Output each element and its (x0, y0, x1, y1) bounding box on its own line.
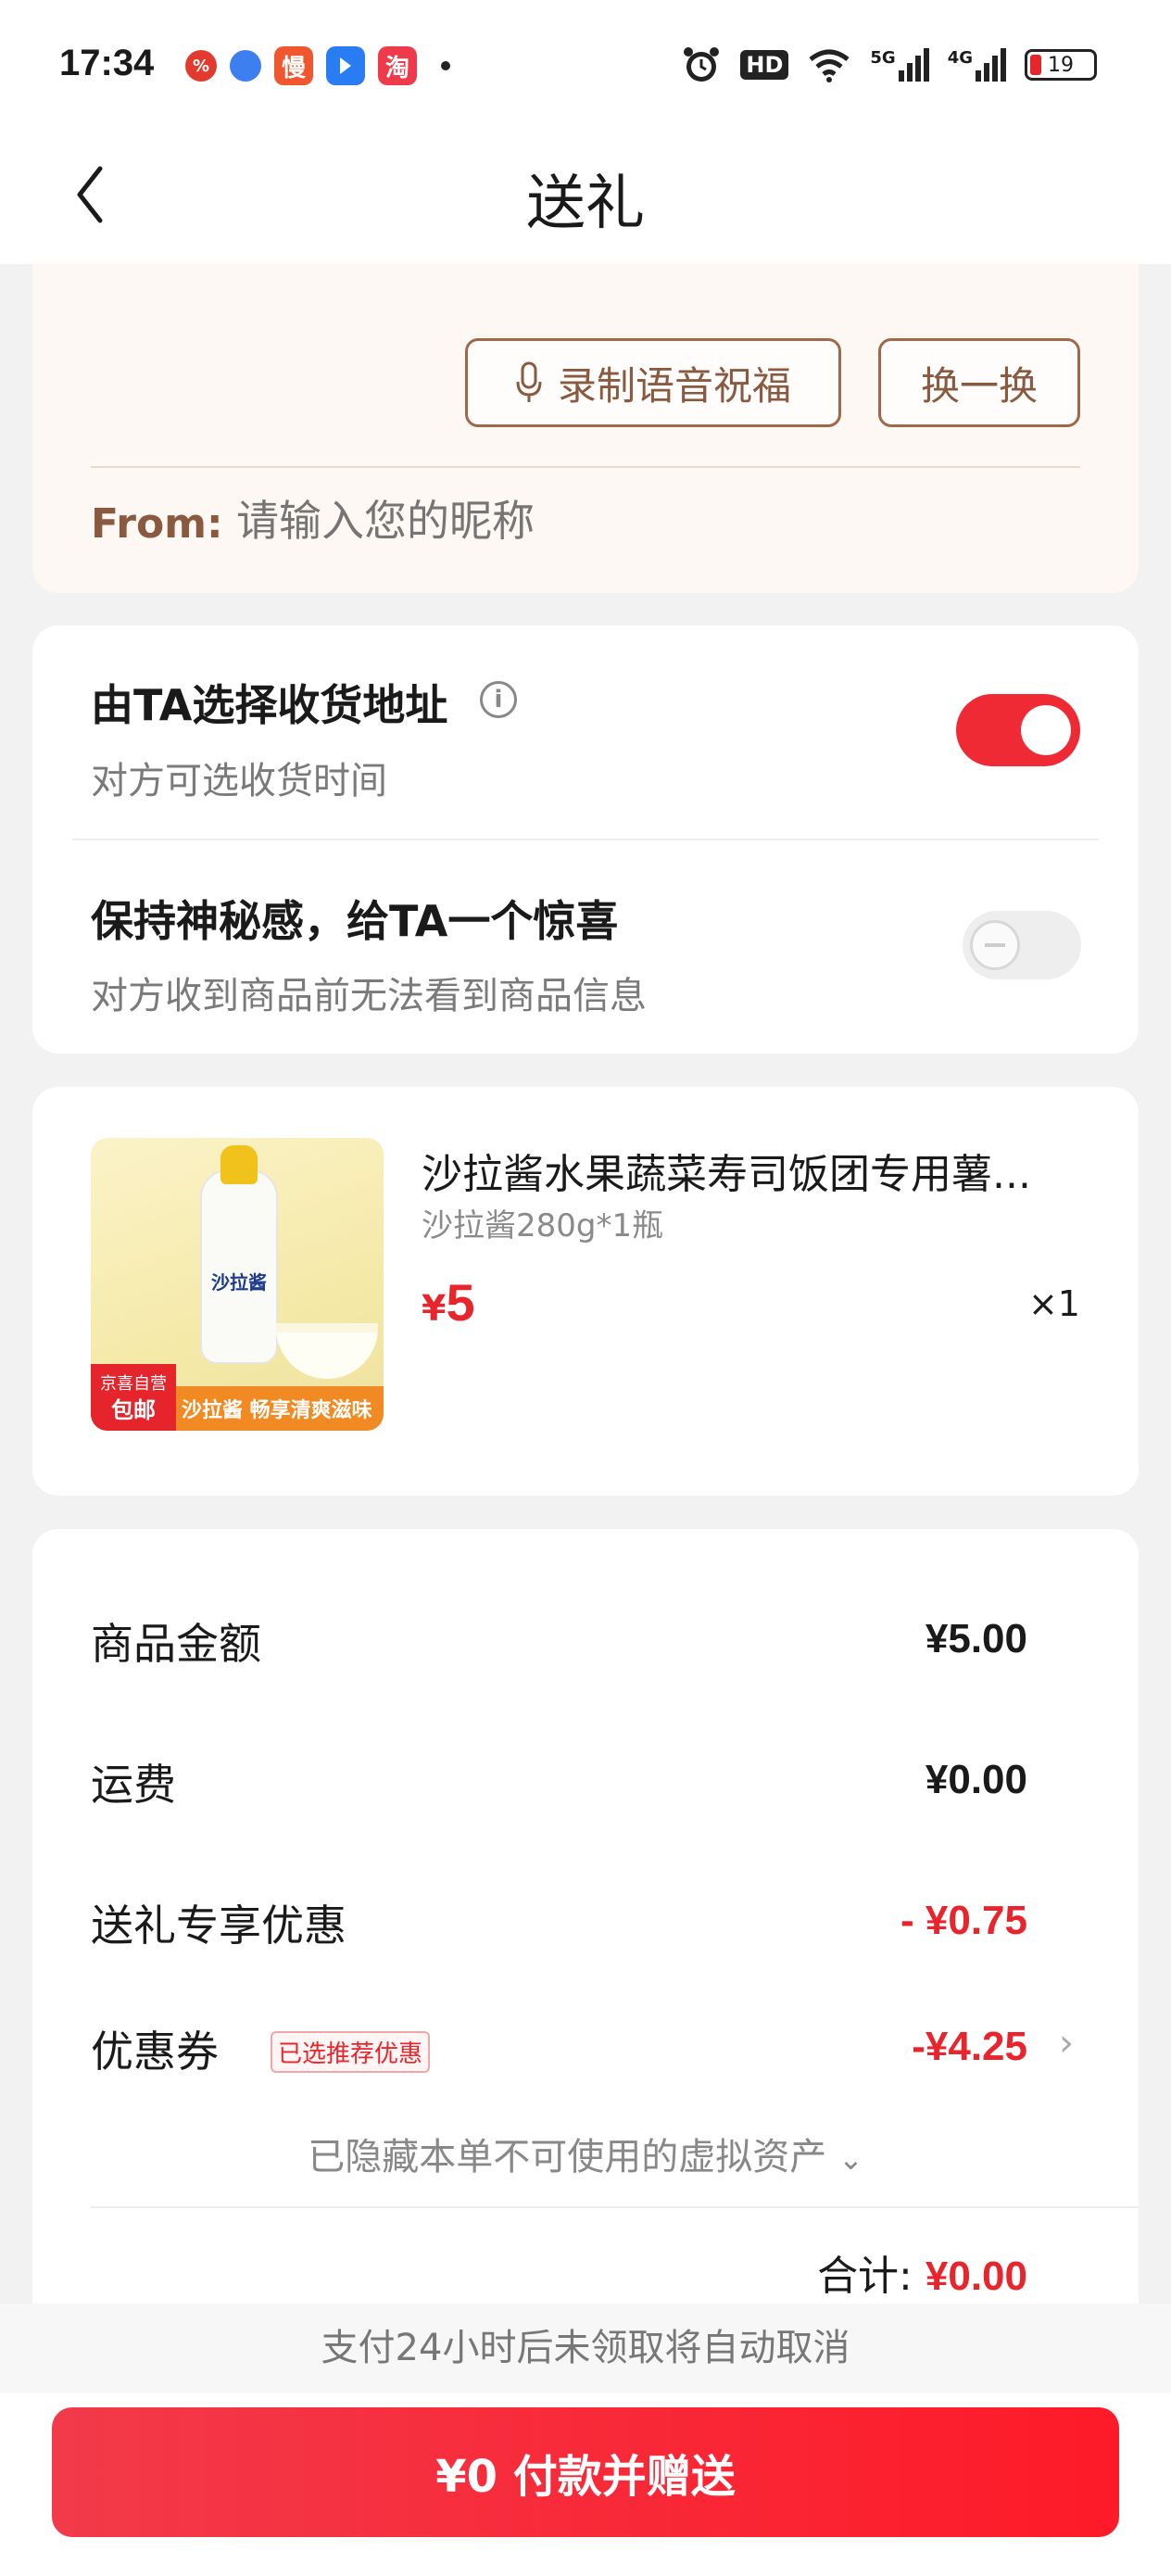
promo-text: 沙拉酱 畅享清爽滋味 (182, 1399, 372, 1422)
direction-app-icon (326, 46, 365, 85)
signal-5g-icon: 5G (870, 48, 929, 82)
more-notifications-dot (441, 61, 450, 70)
bottom-action-bar: ¥0 付款并赠送 (0, 2393, 1171, 2576)
hd-icon: HD (740, 50, 789, 80)
summary-label: 运费 (91, 1760, 176, 1810)
recipient-address-option-title: 由TA选择收货地址 (91, 680, 448, 730)
signal-4g-icon: 4G (948, 48, 1006, 82)
bottle-graphic (200, 1169, 278, 1364)
recipient-address-option-subtitle: 对方可选收货时间 (91, 760, 387, 802)
summary-label: 送礼专享优惠 (91, 1900, 346, 1951)
product-price: ¥5 (422, 1272, 475, 1332)
summary-row-shipping: 运费 ¥0.00 (91, 1751, 1139, 1816)
browser-icon (230, 50, 261, 82)
promo-store-label: 京喜自营 (100, 1374, 167, 1394)
chevron-right-icon[interactable]: › (1059, 2022, 1074, 2065)
total-value: ¥0.00 (925, 2254, 1027, 2299)
mystery-toggle[interactable] (963, 911, 1081, 979)
product-card[interactable]: 沙拉酱 沙拉酱 畅享清爽滋味 京喜自营 包邮 沙拉酱水果蔬菜寿司饭团专用薯...… (32, 1087, 1139, 1496)
divider (91, 466, 1080, 468)
record-voice-label: 录制语音祝福 (557, 362, 791, 409)
product-quantity: ×1 (1027, 1283, 1080, 1324)
page-title: 送礼 (526, 170, 645, 238)
recipient-address-toggle[interactable] (956, 694, 1080, 766)
pay-and-gift-button[interactable]: ¥0 付款并赠送 (52, 2407, 1119, 2537)
taobao-icon: 淘 (378, 46, 417, 85)
summary-value: -¥4.25 (912, 2024, 1027, 2069)
microphone-icon (516, 361, 542, 402)
auto-cancel-notice: 支付24小时后未领取将自动取消 (0, 2304, 1171, 2393)
hidden-assets-label: 已隐藏本单不可使用的虚拟资产 (308, 2136, 827, 2178)
hidden-assets-toggle[interactable]: 已隐藏本单不可使用的虚拟资产 ⌄ (32, 2127, 1139, 2180)
currency-symbol: ¥ (422, 1288, 447, 1329)
bowl-graphic (276, 1323, 378, 1379)
nav-header: 送礼 (0, 130, 1171, 264)
gift-message-card: 录制语音祝福 换一换 From: (32, 264, 1139, 593)
summary-value: - ¥0.75 (900, 1898, 1027, 1943)
summary-label: 优惠券 (91, 2027, 219, 2077)
wifi-icon (809, 49, 850, 82)
man-app-icon: 慢 (274, 46, 313, 85)
mystery-option-subtitle: 对方收到商品前无法看到商品信息 (91, 975, 647, 1017)
summary-row-coupon[interactable]: 优惠券 已选推荐优惠 -¥4.25 › (91, 2018, 1139, 2083)
divider (91, 2206, 1139, 2208)
order-total: 合计: ¥0.00 (817, 2242, 1027, 2302)
status-time: 17:34 (59, 43, 155, 83)
bottle-cap-graphic (220, 1145, 258, 1184)
product-image-label: 沙拉酱 (211, 1271, 267, 1294)
chevron-down-icon: ⌄ (837, 2141, 863, 2177)
product-spec: 沙拉酱280g*1瓶 (422, 1207, 664, 1244)
status-app-icons: % 慢 淘 (185, 46, 450, 85)
summary-row-goods: 商品金额 ¥5.00 (91, 1610, 1139, 1675)
swap-message-button[interactable]: 换一换 (878, 338, 1080, 427)
price-summary-card: 商品金额 ¥5.00 运费 ¥0.00 送礼专享优惠 - ¥0.75 优惠券 已… (32, 1529, 1139, 2307)
status-bar: 17:34 % 慢 淘 HD 5G 4G 19 (0, 0, 1171, 130)
coupon-tag: 已选推荐优惠 (271, 2031, 431, 2073)
info-icon[interactable]: i (480, 681, 517, 718)
free-shipping-label: 包邮 (111, 1397, 156, 1423)
divider (72, 839, 1099, 840)
nickname-input[interactable] (236, 496, 885, 546)
summary-value: ¥5.00 (925, 1616, 1027, 1661)
product-image[interactable]: 沙拉酱 沙拉酱 畅享清爽滋味 京喜自营 包邮 (91, 1138, 384, 1431)
summary-row-gift-discount: 送礼专享优惠 - ¥0.75 (91, 1892, 1139, 1957)
status-indicators: HD 5G 4G 19 (681, 44, 1097, 85)
summary-value: ¥0.00 (925, 1757, 1027, 1802)
mystery-option-title: 保持神秘感，给TA一个惊喜 (91, 896, 619, 946)
record-voice-button[interactable]: 录制语音祝福 (465, 338, 841, 427)
price-value: 5 (446, 1273, 475, 1332)
pinduoduo-icon: % (185, 50, 217, 82)
battery-icon: 19 (1025, 49, 1097, 81)
product-name: 沙拉酱水果蔬菜寿司饭团专用薯... (422, 1151, 1031, 1198)
total-label: 合计: (817, 2253, 913, 2300)
alarm-icon (684, 47, 720, 82)
gift-options-card: 由TA选择收货地址 i 对方可选收货时间 保持神秘感，给TA一个惊喜 对方收到商… (32, 625, 1139, 1054)
from-label: From: (91, 500, 223, 548)
promo-tag: 京喜自营 包邮 (91, 1364, 176, 1431)
summary-label: 商品金额 (91, 1619, 261, 1669)
